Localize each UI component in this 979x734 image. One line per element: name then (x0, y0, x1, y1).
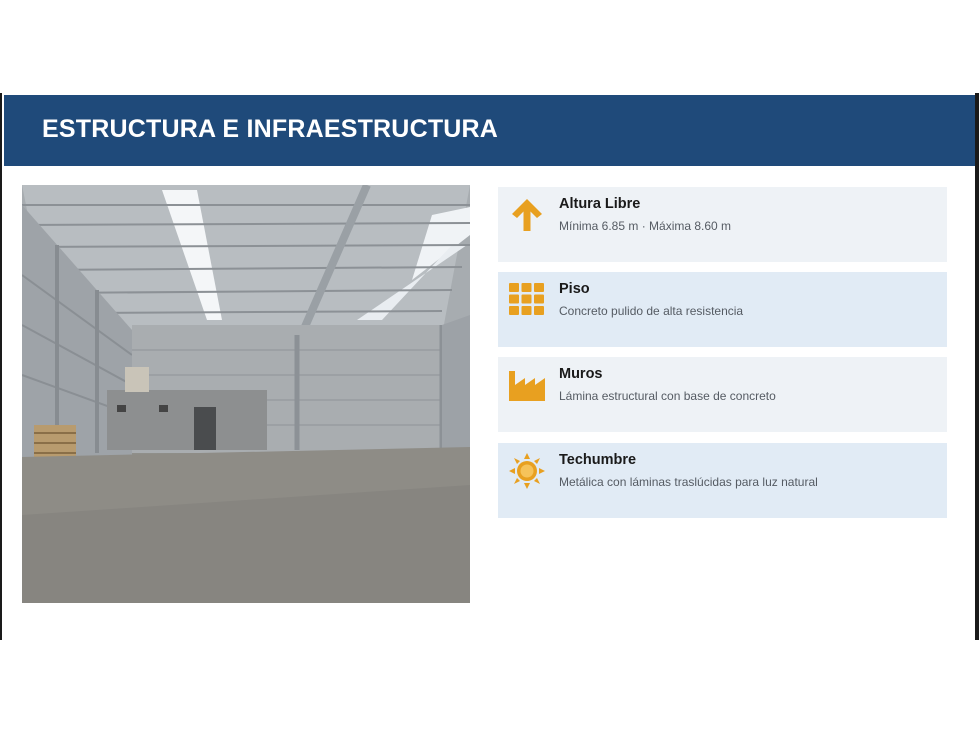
feature-card-altura: Altura Libre Mínima 6.85 m · Máxima 8.60… (498, 187, 947, 262)
warehouse-illustration (22, 185, 470, 603)
feature-card-muros: Muros Lámina estructural con base de con… (498, 357, 947, 432)
feature-description: Concreto pulido de alta resistencia (559, 304, 744, 318)
feature-card-techumbre: Techumbre Metálica con láminas traslúcid… (498, 443, 947, 518)
feature-title: Altura Libre (559, 196, 641, 212)
factory-icon (508, 367, 546, 403)
feature-title: Piso (559, 281, 590, 297)
feature-description: Mínima 6.85 m · Máxima 8.60 m (559, 219, 732, 233)
warehouse-photo (22, 185, 470, 603)
feature-description: Metálica con láminas traslúcidas para lu… (559, 475, 818, 489)
feature-card-piso: Piso Concreto pulido de alta resistencia (498, 272, 947, 347)
sun-icon (508, 453, 546, 489)
slide: ESTRUCTURA E INFRAESTRUCTURA Altura Libr… (0, 93, 979, 640)
arrow-up-icon (508, 197, 546, 233)
feature-title: Muros (559, 366, 603, 382)
feature-description: Lámina estructural con base de concreto (559, 389, 776, 403)
header-bar: ESTRUCTURA E INFRAESTRUCTURA (4, 95, 975, 166)
feature-title: Techumbre (559, 452, 637, 468)
grid-icon (508, 282, 546, 318)
page-title: ESTRUCTURA E INFRAESTRUCTURA (42, 115, 499, 143)
